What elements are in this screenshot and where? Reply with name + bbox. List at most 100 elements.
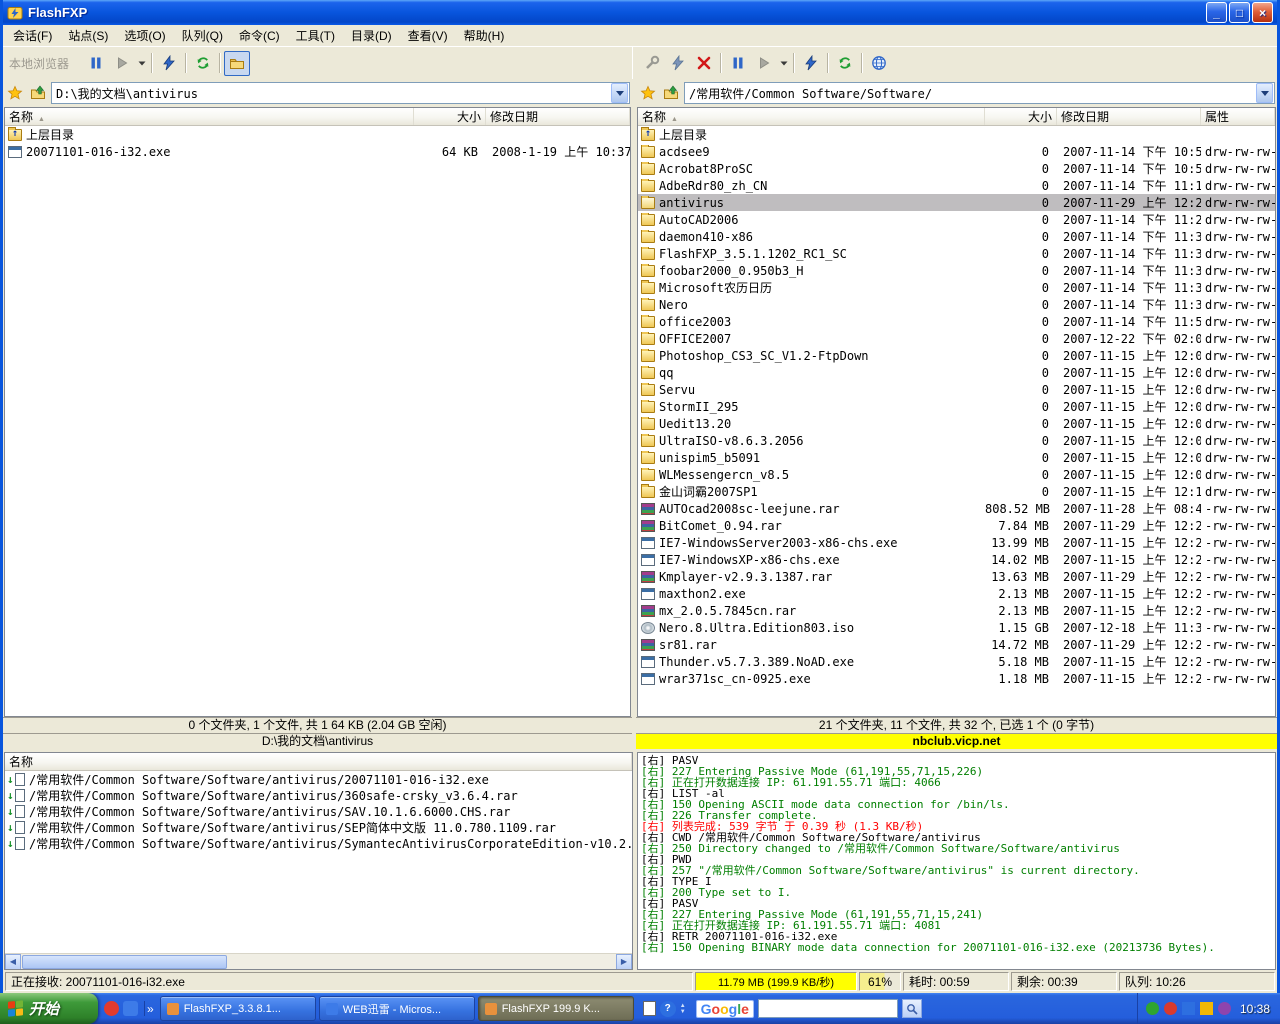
remote-start-queue-button[interactable] — [751, 51, 777, 76]
local-refresh-button[interactable] — [190, 51, 216, 76]
local-up-directory-button[interactable] — [28, 83, 48, 103]
file-row[interactable]: maxthon2.exe 2.13 MB 2007-11-15 上午 12:20… — [638, 585, 1275, 602]
tray-icon[interactable] — [1200, 1002, 1213, 1015]
help-deskband-icon[interactable]: ? — [660, 1001, 676, 1017]
file-row[interactable]: 上层目录 — [638, 126, 1275, 143]
remote-web-button[interactable] — [866, 51, 892, 76]
column-header-size[interactable]: 大小 — [414, 108, 486, 125]
file-row[interactable]: unispim5_b5091 0 2007-11-15 上午 12:07 drw… — [638, 449, 1275, 466]
maximize-button[interactable]: □ — [1229, 2, 1250, 23]
google-search-button[interactable] — [902, 999, 922, 1018]
file-row[interactable]: OFFICE2007 0 2007-12-22 下午 02:04 drw-rw-… — [638, 330, 1275, 347]
local-browser-toggle-button[interactable] — [224, 51, 250, 76]
task-button[interactable]: WEB迅雷 - Micros... — [319, 996, 475, 1021]
scroll-right-button[interactable] — [616, 954, 632, 970]
file-row[interactable]: antivirus 0 2007-11-29 上午 12:25 drw-rw-r… — [638, 194, 1275, 211]
tray-icon[interactable] — [1182, 1002, 1195, 1015]
file-row[interactable]: 20071101-016-i32.exe 64 KB 2008-1-19 上午 … — [5, 143, 630, 160]
remote-quick-connect-button[interactable] — [665, 51, 691, 76]
menu-item[interactable]: 工具(T) — [288, 25, 343, 47]
remote-disconnect-button[interactable] — [691, 51, 717, 76]
file-row[interactable]: Nero 0 2007-11-14 下午 11:33 drw-rw-rw- — [638, 296, 1275, 313]
column-header-name[interactable]: 名称 — [5, 108, 414, 125]
remote-connect-button[interactable] — [639, 51, 665, 76]
file-row[interactable]: mx_2.0.5.7845cn.rar 2.13 MB 2007-11-15 上… — [638, 602, 1275, 619]
remote-refresh-button[interactable] — [832, 51, 858, 76]
file-row[interactable]: 上层目录 — [5, 126, 630, 143]
file-row[interactable]: IE7-WindowsServer2003-x86-chs.exe 13.99 … — [638, 534, 1275, 551]
quick-launch-icon[interactable] — [104, 1001, 119, 1016]
local-path-dropdown-button[interactable] — [611, 83, 628, 103]
file-row[interactable]: Photoshop_CS3_SC_V1.2-FtpDown 0 2007-11-… — [638, 347, 1275, 364]
file-row[interactable]: Uedit13.20 0 2007-11-15 上午 12:07 drw-rw-… — [638, 415, 1275, 432]
menu-item[interactable]: 目录(D) — [343, 25, 400, 47]
queue-item[interactable]: /常用软件/Common Software/Software/antivirus… — [5, 803, 632, 819]
file-row[interactable]: BitComet_0.94.rar 7.84 MB 2007-11-29 上午 … — [638, 517, 1275, 534]
column-header-attr[interactable]: 属性 — [1201, 108, 1275, 125]
column-header-name[interactable]: 名称 — [5, 753, 632, 770]
column-header-date[interactable]: 修改日期 — [1057, 108, 1201, 125]
file-row[interactable]: Kmplayer-v2.9.3.1387.rar 13.63 MB 2007-1… — [638, 568, 1275, 585]
menu-item[interactable]: 队列(Q) — [174, 25, 231, 47]
local-pause-button[interactable] — [83, 51, 109, 76]
menu-item[interactable]: 帮助(H) — [456, 25, 513, 47]
menu-item[interactable]: 查看(V) — [400, 25, 456, 47]
remote-path-combo[interactable]: /常用软件/Common Software/Software/ — [684, 82, 1275, 104]
task-button[interactable]: FlashFXP 199.9 K... — [478, 996, 634, 1021]
file-row[interactable]: Thunder.v5.7.3.389.NoAD.exe 5.18 MB 2007… — [638, 653, 1275, 670]
file-row[interactable]: AutoCAD2006 0 2007-11-14 下午 11:28 drw-rw… — [638, 211, 1275, 228]
file-row[interactable]: StormII_295 0 2007-11-15 上午 12:06 drw-rw… — [638, 398, 1275, 415]
file-row[interactable]: acdsee9 0 2007-11-14 下午 10:55 drw-rw-rw- — [638, 143, 1275, 160]
file-row[interactable]: foobar2000_0.950b3_H 0 2007-11-14 下午 11:… — [638, 262, 1275, 279]
google-search-input[interactable] — [758, 999, 898, 1018]
file-row[interactable]: AUTOcad2008sc-leejune.rar 808.52 MB 2007… — [638, 500, 1275, 517]
local-start-queue-button[interactable] — [109, 51, 135, 76]
file-row[interactable]: wrar371sc_cn-0925.exe 1.18 MB 2007-11-15… — [638, 670, 1275, 687]
quick-launch-icon[interactable] — [123, 1001, 138, 1016]
file-row[interactable]: Servu 0 2007-11-15 上午 12:03 drw-rw-rw- — [638, 381, 1275, 398]
tray-icon[interactable] — [1218, 1002, 1231, 1015]
file-row[interactable]: FlashFXP_3.5.1.1202_RC1_SC 0 2007-11-14 … — [638, 245, 1275, 262]
file-row[interactable]: 金山词霸2007SP1 0 2007-11-15 上午 12:19 drw-rw… — [638, 483, 1275, 500]
remote-pause-button[interactable] — [725, 51, 751, 76]
file-row[interactable]: Acrobat8ProSC 0 2007-11-14 下午 10:55 drw-… — [638, 160, 1275, 177]
remote-up-directory-button[interactable] — [661, 83, 681, 103]
close-button[interactable]: × — [1252, 2, 1273, 23]
queue-item[interactable]: /常用软件/Common Software/Software/antivirus… — [5, 835, 632, 851]
task-button[interactable]: FlashFXP_3.3.8.1... — [160, 996, 316, 1021]
file-row[interactable]: WLMessengercn_v8.5 0 2007-11-15 上午 12:08… — [638, 466, 1275, 483]
file-row[interactable]: qq 0 2007-11-15 上午 12:03 drw-rw-rw- — [638, 364, 1275, 381]
file-row[interactable]: office2003 0 2007-11-14 下午 11:56 drw-rw-… — [638, 313, 1275, 330]
tray-icon[interactable] — [1146, 1002, 1159, 1015]
queue-horizontal-scrollbar[interactable] — [5, 953, 632, 969]
queue-item[interactable]: /常用软件/Common Software/Software/antivirus… — [5, 819, 632, 835]
scrollbar-thumb[interactable] — [22, 955, 227, 969]
file-row[interactable]: UltraISO-v8.6.3.2056 0 2007-11-15 上午 12:… — [638, 432, 1275, 449]
deskband-updown-icon[interactable]: ▲▼ — [680, 1003, 686, 1015]
queue-item[interactable]: /常用软件/Common Software/Software/antivirus… — [5, 771, 632, 787]
local-queue-dropdown[interactable] — [135, 51, 148, 76]
minimize-button[interactable]: _ — [1206, 2, 1227, 23]
taskbar-clock[interactable]: 10:38 — [1240, 1002, 1270, 1016]
local-favorites-button[interactable] — [5, 83, 25, 103]
remote-path-dropdown-button[interactable] — [1256, 83, 1273, 103]
queue-item[interactable]: /常用软件/Common Software/Software/antivirus… — [5, 787, 632, 803]
menu-item[interactable]: 命令(C) — [231, 25, 288, 47]
quick-launch-overflow-chevron[interactable]: » — [145, 1002, 156, 1016]
tray-icon[interactable] — [1164, 1002, 1177, 1015]
menu-item[interactable]: 会话(F) — [5, 25, 60, 47]
column-header-date[interactable]: 修改日期 — [486, 108, 630, 125]
column-header-size[interactable]: 大小 — [985, 108, 1057, 125]
scroll-left-button[interactable] — [5, 954, 21, 970]
file-row[interactable]: AdbeRdr80_zh_CN 0 2007-11-14 下午 11:12 dr… — [638, 177, 1275, 194]
file-row[interactable]: IE7-WindowsXP-x86-chs.exe 14.02 MB 2007-… — [638, 551, 1275, 568]
menu-item[interactable]: 站点(S) — [60, 25, 116, 47]
local-path-combo[interactable]: D:\我的文档\antivirus — [51, 82, 630, 104]
file-row[interactable]: daemon410-x86 0 2007-11-14 下午 11:31 drw-… — [638, 228, 1275, 245]
file-row[interactable]: Microsoft农历日历 0 2007-11-14 下午 11:32 drw-… — [638, 279, 1275, 296]
file-row[interactable]: Nero.8.Ultra.Edition803.iso 1.15 GB 2007… — [638, 619, 1275, 636]
local-abort-button[interactable] — [156, 51, 182, 76]
remote-abort-button[interactable] — [798, 51, 824, 76]
remote-queue-dropdown[interactable] — [777, 51, 790, 76]
remote-favorites-button[interactable] — [638, 83, 658, 103]
